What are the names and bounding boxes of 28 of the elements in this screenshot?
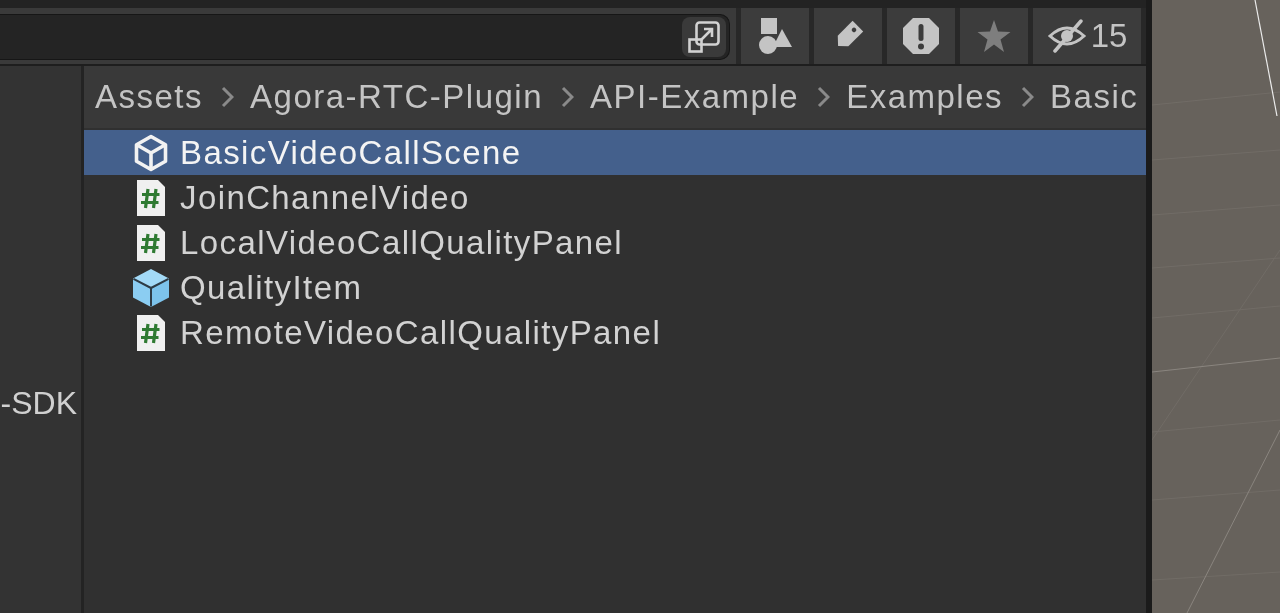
breadcrumb-link[interactable]: Basic bbox=[1050, 72, 1139, 122]
asset-list-item[interactable]: QualityItem bbox=[84, 265, 1146, 310]
alert-filter-button[interactable] bbox=[887, 8, 955, 64]
asset-list-item[interactable]: LocalVideoCallQualityPanel bbox=[84, 220, 1146, 265]
asset-list-item[interactable]: JoinChannelVideo bbox=[84, 175, 1146, 220]
search-field[interactable] bbox=[0, 14, 730, 60]
cube-icon bbox=[132, 267, 170, 308]
eye-slash-icon bbox=[1046, 19, 1087, 53]
cube-logo-icon bbox=[132, 133, 170, 172]
popout-button[interactable] bbox=[682, 17, 726, 57]
chevron-right-icon bbox=[1021, 86, 1034, 108]
type-filter-button[interactable] bbox=[741, 8, 809, 64]
breadcrumb-link[interactable]: Examples bbox=[846, 72, 1003, 122]
breadcrumb-link[interactable]: Agora-RTC-Plugin bbox=[250, 72, 544, 122]
star-icon bbox=[977, 20, 1011, 52]
breadcrumb-link[interactable]: API-Example bbox=[590, 72, 800, 122]
asset-list-item[interactable]: RemoteVideoCallQualityPanel bbox=[84, 310, 1146, 355]
chevron-right-icon bbox=[561, 86, 575, 108]
chevron-right-icon bbox=[221, 86, 235, 108]
folder-tree-item[interactable]: -SDK bbox=[0, 380, 81, 425]
breadcrumb-link[interactable]: Assets bbox=[95, 72, 204, 122]
alert-octagon-icon bbox=[902, 17, 940, 55]
hidden-items-button[interactable]: 15 bbox=[1033, 8, 1141, 64]
label-filter-button[interactable] bbox=[814, 8, 882, 64]
asset-list-item[interactable]: BasicVideoCallScene bbox=[84, 130, 1146, 175]
popout-icon bbox=[687, 20, 721, 54]
shapes-icon bbox=[757, 18, 793, 54]
chevron-right-icon bbox=[817, 86, 831, 108]
